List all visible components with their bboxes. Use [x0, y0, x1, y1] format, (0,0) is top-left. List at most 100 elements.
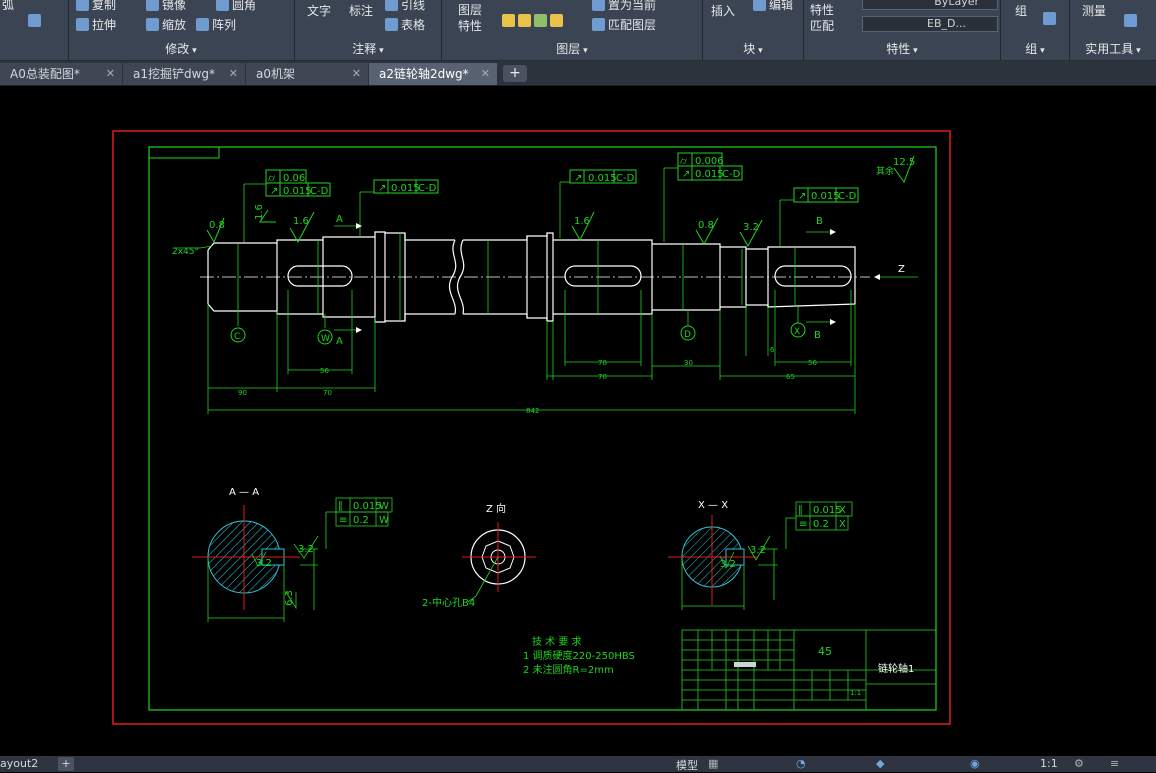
datum-ref: C-D	[616, 173, 635, 184]
region-tool[interactable]	[28, 14, 41, 27]
match-layer-icon	[592, 18, 605, 31]
stretch-icon	[76, 18, 89, 31]
group-button[interactable]: 组	[1015, 2, 1027, 19]
linetype-combo[interactable]: EB_D...	[862, 16, 998, 32]
tolerance-value: 0.015	[588, 173, 617, 184]
close-icon[interactable]: ✕	[481, 63, 490, 85]
tolerance-frames	[265, 152, 859, 203]
annotation-panel-title[interactable]: 注释	[295, 40, 441, 57]
add-layout-button[interactable]: +	[58, 757, 74, 771]
parallelism-symbol: ∥	[798, 505, 803, 516]
roughness-value: 12.5	[893, 157, 915, 168]
new-tab-button[interactable]: +	[503, 65, 527, 82]
layer-properties-button[interactable]: 图层特性	[458, 2, 488, 34]
edit-block-button[interactable]: 编辑	[753, 0, 793, 13]
tab-a2-sprocket-shaft[interactable]: a2链轮轴2dwg* ✕	[369, 63, 497, 85]
roughness-value: 3.2	[720, 559, 736, 570]
runout-symbol: ↗	[682, 169, 690, 180]
stretch-button[interactable]: 拉伸	[76, 16, 116, 33]
array-button[interactable]: 阵列	[196, 16, 236, 33]
table-icon	[385, 18, 398, 31]
modify-panel-title[interactable]: 修改	[68, 40, 294, 57]
gear-icon[interactable]: ⚙	[1074, 757, 1084, 770]
region-icon	[28, 14, 41, 27]
block-panel-title[interactable]: 块	[703, 40, 803, 57]
datum-label-c: C	[234, 332, 240, 342]
datum-ref: W	[379, 515, 389, 526]
other-roughness-label: 其余	[876, 165, 894, 177]
symmetry-symbol: ≡	[339, 515, 347, 526]
overall-length: 842	[526, 407, 539, 415]
layer-icon	[550, 14, 563, 27]
scale-button[interactable]: 缩放	[146, 16, 186, 33]
title-material: 45	[818, 645, 832, 658]
match-layer-button[interactable]: 匹配图层	[592, 16, 656, 33]
calculator-button[interactable]	[1124, 14, 1137, 27]
cylindricity-symbol: ⌭	[680, 156, 688, 167]
drawing-canvas[interactable]: ⌭ 0.06 ↗ 0.015 C-D ↗ 0.015 C-D ↗ 0.015 C…	[0, 86, 1156, 756]
layers-panel-title[interactable]: 图层	[442, 40, 702, 57]
set-current-icon	[592, 0, 605, 11]
set-current-button[interactable]: 置为当前	[592, 0, 656, 13]
calculator-icon	[1124, 14, 1137, 27]
block-panel: 插入 编辑 块	[703, 0, 804, 60]
color-combo[interactable]: ByLayer	[862, 0, 998, 10]
insert-button[interactable]: 插入	[711, 2, 735, 19]
select-cursor-icon	[1043, 12, 1056, 25]
layer-icon	[518, 14, 531, 27]
mirror-button[interactable]: 镜像	[146, 0, 186, 13]
symmetry-symbol: ≡	[799, 519, 807, 530]
layout-tab[interactable]: ayout2	[0, 757, 38, 770]
tolerance-value: 0.006	[695, 156, 724, 167]
utilities-panel: 测量 实用工具	[1070, 0, 1156, 60]
copy-button[interactable]: 复制	[76, 0, 116, 13]
arc-tool[interactable]: 弧	[2, 0, 14, 13]
dim-value: 70	[598, 373, 607, 381]
layer-icon	[534, 14, 547, 27]
dim-value: 90	[238, 389, 247, 397]
close-icon[interactable]: ✕	[352, 63, 361, 85]
dimension-lines	[174, 167, 918, 414]
title-part-name: 链轮轴1	[878, 662, 914, 675]
datum-ref: C-D	[722, 169, 741, 180]
runout-symbol: ↗	[270, 186, 278, 197]
groups-panel-title[interactable]: 组	[1001, 40, 1069, 57]
properties-panel-title[interactable]: 特性	[804, 40, 1000, 57]
chamfer-note: 2x45°	[172, 247, 199, 257]
tab-a1-shovel[interactable]: a1挖掘铲dwg* ✕	[123, 63, 245, 85]
center-hole-note: 2-中心孔B4	[422, 596, 475, 609]
fillet-icon	[216, 0, 229, 11]
annotation-scale[interactable]: 1:1	[1040, 757, 1058, 770]
datum-label-x: X	[794, 327, 800, 337]
frame-border	[148, 146, 937, 711]
leader-button[interactable]: 引线	[385, 0, 425, 13]
close-icon[interactable]: ✕	[229, 63, 238, 85]
tab-a0-assembly[interactable]: A0总装配图* ✕	[0, 63, 122, 85]
tab-a0-frame[interactable]: a0机架 ✕	[246, 63, 368, 85]
ribbon: 弧 复制 镜像 圆角 拉伸 缩放 阵列 修改 文字 标注 引线 表格 注释 图层…	[0, 0, 1156, 61]
match-properties-button[interactable]: 特性匹配	[810, 2, 838, 34]
layer-tools-icons[interactable]	[502, 14, 563, 27]
measure-button[interactable]: 测量	[1082, 2, 1106, 19]
annotation-monitor-icon[interactable]: ◉	[970, 757, 980, 770]
dim-value: 70	[323, 389, 332, 397]
model-space-button[interactable]: 模型	[676, 757, 698, 773]
technical-requirements: 技 术 要 求 1 调质硬度220-250HBS 2 未注圆角R=2mm	[523, 635, 635, 676]
fillet-button[interactable]: 圆角	[216, 0, 256, 13]
copy-icon	[76, 0, 89, 11]
dimension-button[interactable]: 标注	[349, 2, 373, 19]
snap-icon[interactable]: ◆	[876, 757, 884, 770]
group-select-button[interactable]	[1043, 12, 1056, 25]
close-icon[interactable]: ✕	[106, 63, 115, 85]
grid-icon[interactable]: ▦	[708, 757, 718, 770]
dim-value: 56	[320, 367, 329, 375]
customize-icon[interactable]: ≡	[1110, 757, 1119, 770]
parallelism-symbol: ∥	[338, 501, 343, 512]
groups-panel: 组 组	[1001, 0, 1070, 60]
text-button[interactable]: 文字	[307, 2, 331, 19]
tolerance-value: 0.015	[391, 183, 420, 194]
orbit-icon[interactable]: ◔	[796, 757, 806, 770]
table-button[interactable]: 表格	[385, 16, 425, 33]
tolerance-value: 0.015	[811, 191, 840, 202]
utilities-panel-title[interactable]: 实用工具	[1070, 40, 1156, 57]
